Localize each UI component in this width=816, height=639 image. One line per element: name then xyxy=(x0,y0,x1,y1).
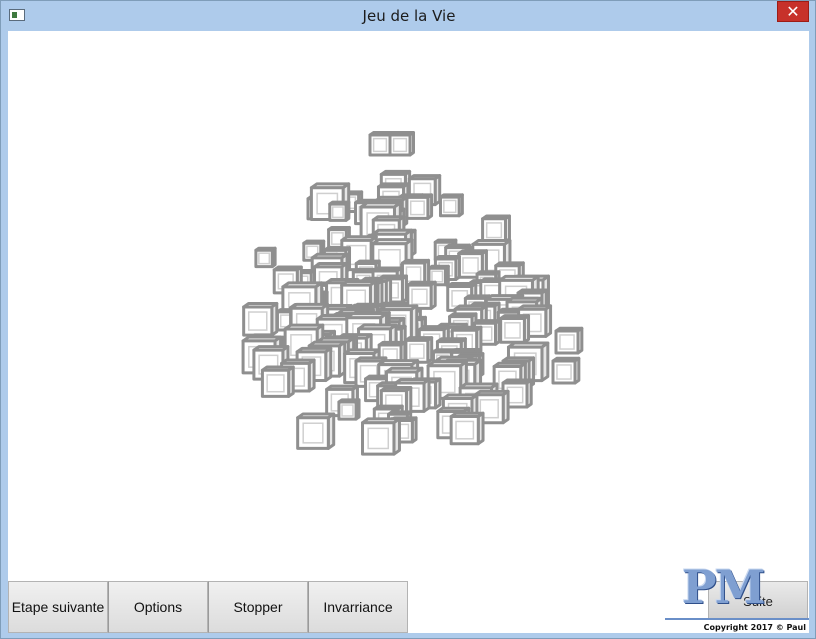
pm-logo: PM xyxy=(682,559,786,615)
cube-front-face xyxy=(361,421,396,456)
cube-front-face xyxy=(296,416,330,450)
invariance-button[interactable]: Invarriance xyxy=(308,581,408,633)
options-button[interactable]: Options xyxy=(108,581,208,633)
next-step-button[interactable]: Etape suivante xyxy=(8,581,108,633)
stop-button[interactable]: Stopper xyxy=(208,581,308,633)
game-of-life-3d-view[interactable] xyxy=(8,31,809,633)
canvas-area[interactable]: Etape suivante Options Stopper Invarrian… xyxy=(8,31,809,633)
window-title: Jeu de la Vie xyxy=(362,7,456,25)
button-bar: Etape suivante Options Stopper Invarrian… xyxy=(8,581,408,633)
title-bar[interactable]: Jeu de la Vie ✕ xyxy=(1,1,816,31)
cube-front-face xyxy=(242,305,274,337)
copyright-text: Copyright 2017 © Paul MAGNIER xyxy=(665,618,809,633)
cube-front-face xyxy=(449,415,480,446)
close-button[interactable]: ✕ xyxy=(777,1,809,22)
pm-logo-text: PM xyxy=(682,560,766,614)
app-window: Jeu de la Vie ✕ Etape suivante Options S… xyxy=(0,0,816,639)
close-icon: ✕ xyxy=(786,2,800,21)
cube-front-face xyxy=(260,368,291,398)
